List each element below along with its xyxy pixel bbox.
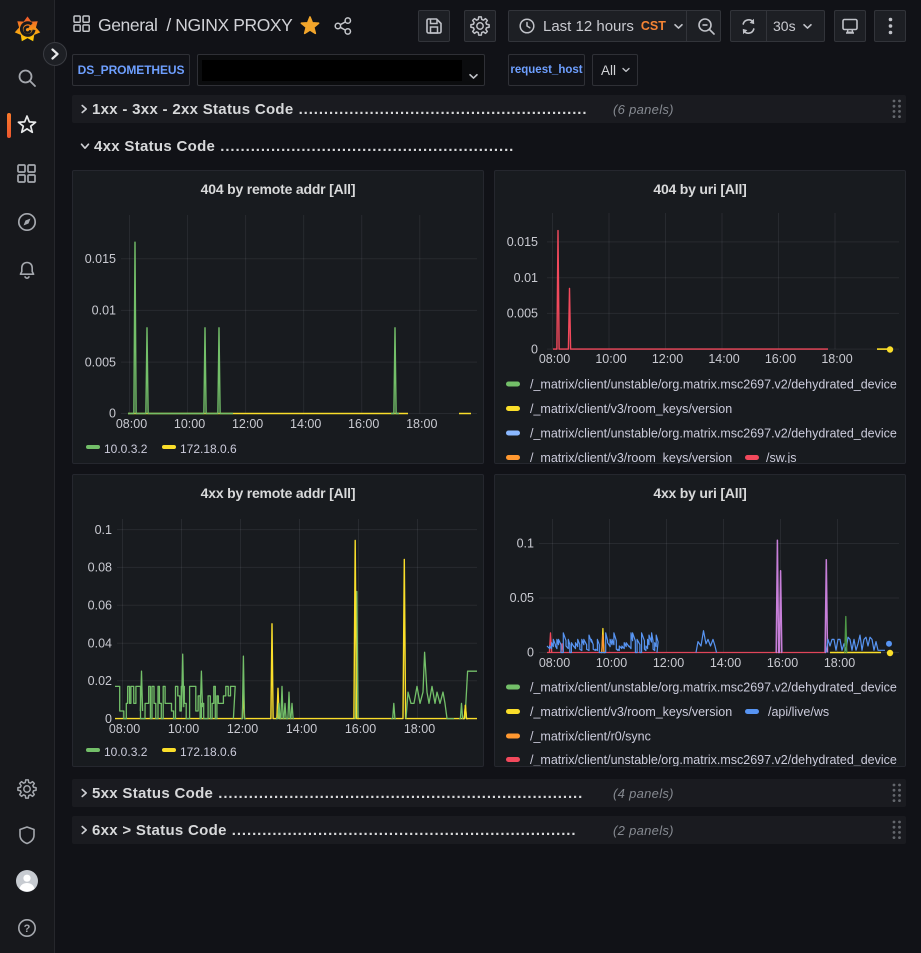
svg-text:172.18.0.6: 172.18.0.6 <box>180 442 237 456</box>
svg-text:0.04: 0.04 <box>88 636 112 650</box>
svg-text:10.0.3.2: 10.0.3.2 <box>104 442 148 456</box>
svg-text:10.0.3.2: 10.0.3.2 <box>104 745 148 759</box>
svg-text:14:00: 14:00 <box>708 352 739 366</box>
svg-text:0.05: 0.05 <box>510 591 534 605</box>
svg-text:/_matrix/client/unstable/org.m: /_matrix/client/unstable/org.matrix.msc2… <box>530 753 897 766</box>
svg-text:12:00: 12:00 <box>232 417 263 431</box>
svg-text:12:00: 12:00 <box>227 722 258 736</box>
svg-text:18:00: 18:00 <box>821 352 852 366</box>
svg-text:4xx by remote addr [All]: 4xx by remote addr [All] <box>201 485 356 501</box>
svg-text:/_matrix/client/v3/room_keys/v: /_matrix/client/v3/room_keys/version <box>530 402 732 416</box>
svg-text:0.01: 0.01 <box>92 304 116 318</box>
svg-text:08:00: 08:00 <box>109 722 140 736</box>
svg-text:12:00: 12:00 <box>653 656 684 670</box>
svg-text:0.1: 0.1 <box>517 537 534 551</box>
svg-text:0.08: 0.08 <box>88 561 112 575</box>
svg-text:0.015: 0.015 <box>85 252 116 266</box>
svg-text:4xx by uri [All]: 4xx by uri [All] <box>653 485 746 501</box>
svg-text:0: 0 <box>527 646 534 660</box>
svg-text:10:00: 10:00 <box>174 417 205 431</box>
svg-text:0.005: 0.005 <box>85 355 116 369</box>
svg-text:0: 0 <box>531 342 538 356</box>
svg-text:404 by remote addr [All]: 404 by remote addr [All] <box>201 181 356 197</box>
svg-text:404 by uri [All]: 404 by uri [All] <box>653 181 746 197</box>
svg-text:10:00: 10:00 <box>595 352 626 366</box>
svg-text:14:00: 14:00 <box>286 722 317 736</box>
svg-text:/_matrix/client/unstable/org.m: /_matrix/client/unstable/org.matrix.msc2… <box>530 681 897 695</box>
svg-text:/sw.js: /sw.js <box>766 451 797 463</box>
svg-text:14:00: 14:00 <box>290 417 321 431</box>
svg-text:/_matrix/client/r0/sync: /_matrix/client/r0/sync <box>530 730 651 744</box>
svg-text:0.015: 0.015 <box>507 235 538 249</box>
svg-text:16:00: 16:00 <box>345 722 376 736</box>
svg-text:0.1: 0.1 <box>95 523 112 537</box>
svg-text:10:00: 10:00 <box>596 656 627 670</box>
svg-text:/api/live/ws: /api/live/ws <box>768 705 829 719</box>
svg-text:08:00: 08:00 <box>116 417 147 431</box>
svg-text:0.02: 0.02 <box>88 674 112 688</box>
svg-text:172.18.0.6: 172.18.0.6 <box>180 745 237 759</box>
svg-text:08:00: 08:00 <box>539 352 570 366</box>
svg-text:/_matrix/client/v3/room_keys/v: /_matrix/client/v3/room_keys/version <box>530 705 732 719</box>
svg-text:/_matrix/client/unstable/org.m: /_matrix/client/unstable/org.matrix.msc2… <box>530 427 897 441</box>
svg-text:12:00: 12:00 <box>652 352 683 366</box>
svg-text:18:00: 18:00 <box>406 417 437 431</box>
svg-text:16:00: 16:00 <box>765 352 796 366</box>
svg-text:0.01: 0.01 <box>514 271 538 285</box>
svg-text:14:00: 14:00 <box>710 656 741 670</box>
svg-text:08:00: 08:00 <box>539 656 570 670</box>
svg-text:16:00: 16:00 <box>767 656 798 670</box>
svg-text:18:00: 18:00 <box>404 722 435 736</box>
svg-text:18:00: 18:00 <box>824 656 855 670</box>
svg-text:0.005: 0.005 <box>507 307 538 321</box>
svg-text:/_matrix/client/unstable/org.m: /_matrix/client/unstable/org.matrix.msc2… <box>530 378 897 392</box>
svg-text:?: ? <box>24 923 31 935</box>
svg-text:/_matrix/client/v3/room_keys/v: /_matrix/client/v3/room_keys/version <box>530 451 732 463</box>
svg-text:16:00: 16:00 <box>348 417 379 431</box>
svg-text:0.06: 0.06 <box>88 599 112 613</box>
svg-text:10:00: 10:00 <box>168 722 199 736</box>
